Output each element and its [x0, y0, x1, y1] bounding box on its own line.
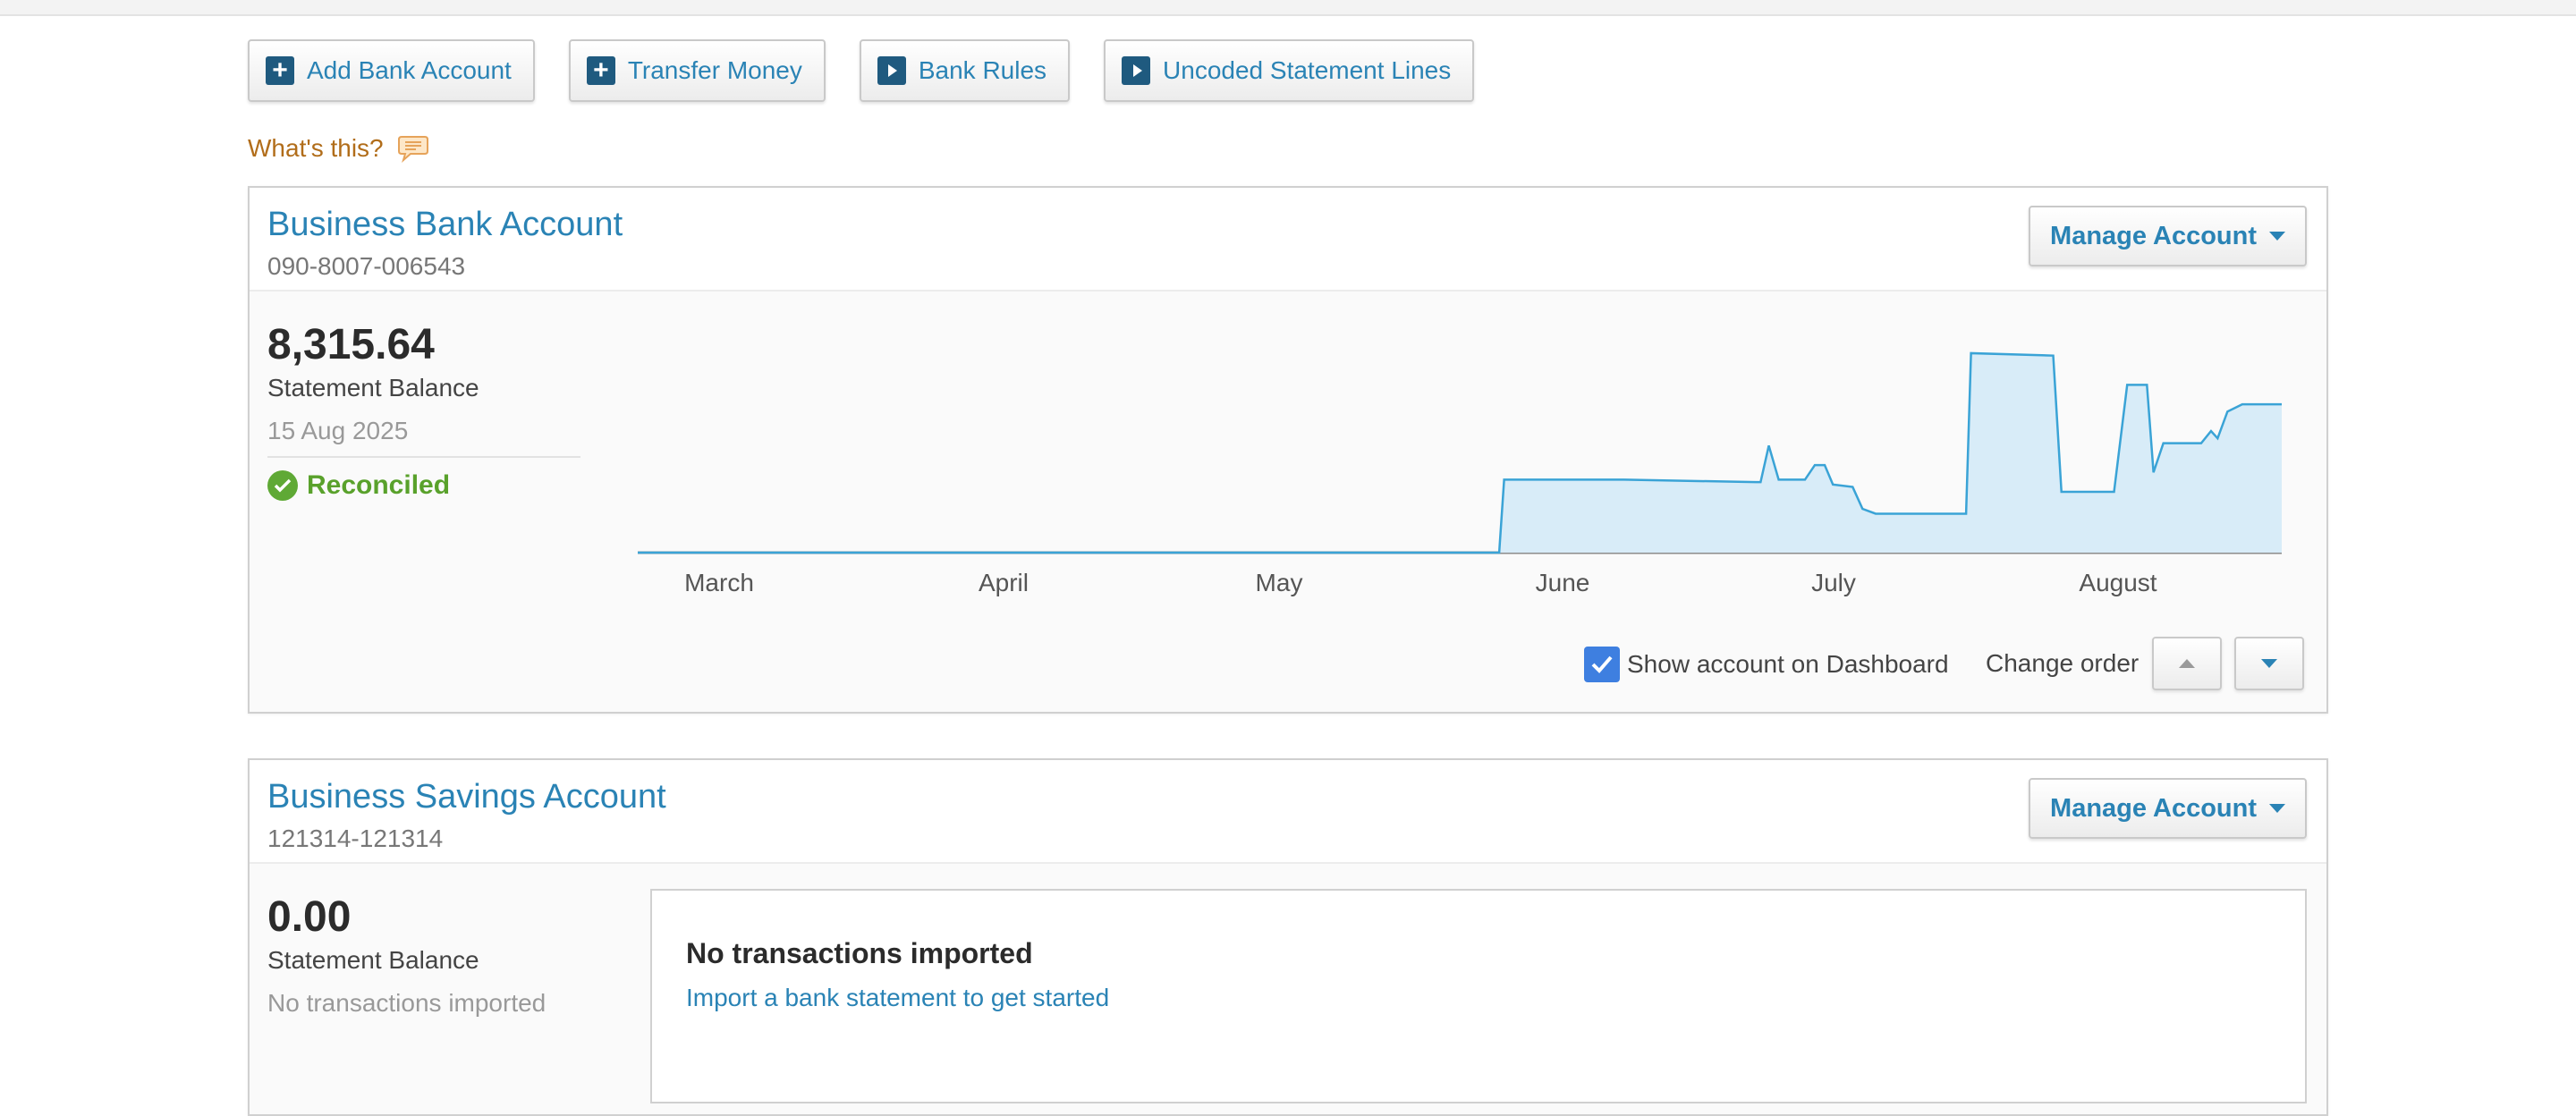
whats-this-help[interactable]: What's this? [248, 134, 430, 163]
account-number: 121314-121314 [267, 824, 444, 852]
uncoded-statement-lines-button[interactable]: Uncoded Statement Lines [1104, 39, 1475, 102]
uncoded-statement-lines-label: Uncoded Statement Lines [1163, 56, 1452, 84]
play-arrow-icon [877, 56, 906, 85]
show-on-dashboard-checkbox[interactable] [1584, 647, 1620, 682]
bank-rules-button[interactable]: Bank Rules [859, 39, 1071, 102]
x-tick-label: July [1811, 569, 1856, 596]
move-up-button[interactable] [2152, 637, 2222, 690]
balance-area [638, 352, 2282, 553]
x-tick-label: May [1256, 569, 1303, 596]
plus-icon: + [266, 56, 294, 85]
bank-account-card: Business Bank Account 090-8007-006543 Ma… [248, 186, 2328, 714]
show-on-dashboard-label: Show account on Dashboard [1627, 650, 1949, 678]
bank-rules-label: Bank Rules [918, 56, 1047, 84]
transfer-money-label: Transfer Money [627, 56, 802, 84]
statement-balance-amount: 0.00 [267, 893, 352, 941]
import-statement-link[interactable]: Import a bank statement to get started [686, 984, 1109, 1012]
arrow-up-icon [2179, 659, 2195, 668]
account-name-link[interactable]: Business Savings Account [267, 778, 666, 816]
whats-this-label: What's this? [248, 134, 384, 162]
change-order-label: Change order [1986, 649, 2140, 677]
chevron-down-icon [2269, 804, 2285, 813]
manage-account-button[interactable]: Manage Account [2029, 778, 2307, 839]
no-transactions-note: No transactions imported [267, 989, 547, 1017]
balance-chart: March April May June July August [638, 351, 2282, 596]
x-tick-label: August [2079, 569, 2157, 596]
account-header: Business Savings Account 121314-121314 M… [250, 760, 2326, 864]
top-bar [0, 0, 2576, 16]
add-bank-account-label: Add Bank Account [307, 56, 512, 84]
x-tick-label: April [979, 569, 1029, 596]
show-on-dashboard-option[interactable]: Show account on Dashboard [1584, 647, 1949, 682]
no-transactions-panel: No transactions imported Import a bank s… [650, 889, 2307, 1103]
plus-icon: + [586, 56, 615, 85]
arrow-down-icon [2261, 659, 2277, 668]
play-arrow-icon [1122, 56, 1151, 85]
statement-balance-label: Statement Balance [267, 946, 479, 974]
bank-accounts-toolbar: + Add Bank Account + Transfer Money Bank… [248, 39, 1475, 102]
x-tick-label: June [1536, 569, 1590, 596]
manage-account-label: Manage Account [2050, 793, 2257, 823]
x-tick-label: March [684, 569, 754, 596]
no-transactions-title: No transactions imported [686, 937, 1033, 969]
move-down-button[interactable] [2234, 637, 2304, 690]
transfer-money-button[interactable]: + Transfer Money [568, 39, 826, 102]
savings-account-card: Business Savings Account 121314-121314 M… [248, 758, 2328, 1116]
add-bank-account-button[interactable]: + Add Bank Account [248, 39, 535, 102]
speech-bubble-icon[interactable] [396, 134, 430, 163]
